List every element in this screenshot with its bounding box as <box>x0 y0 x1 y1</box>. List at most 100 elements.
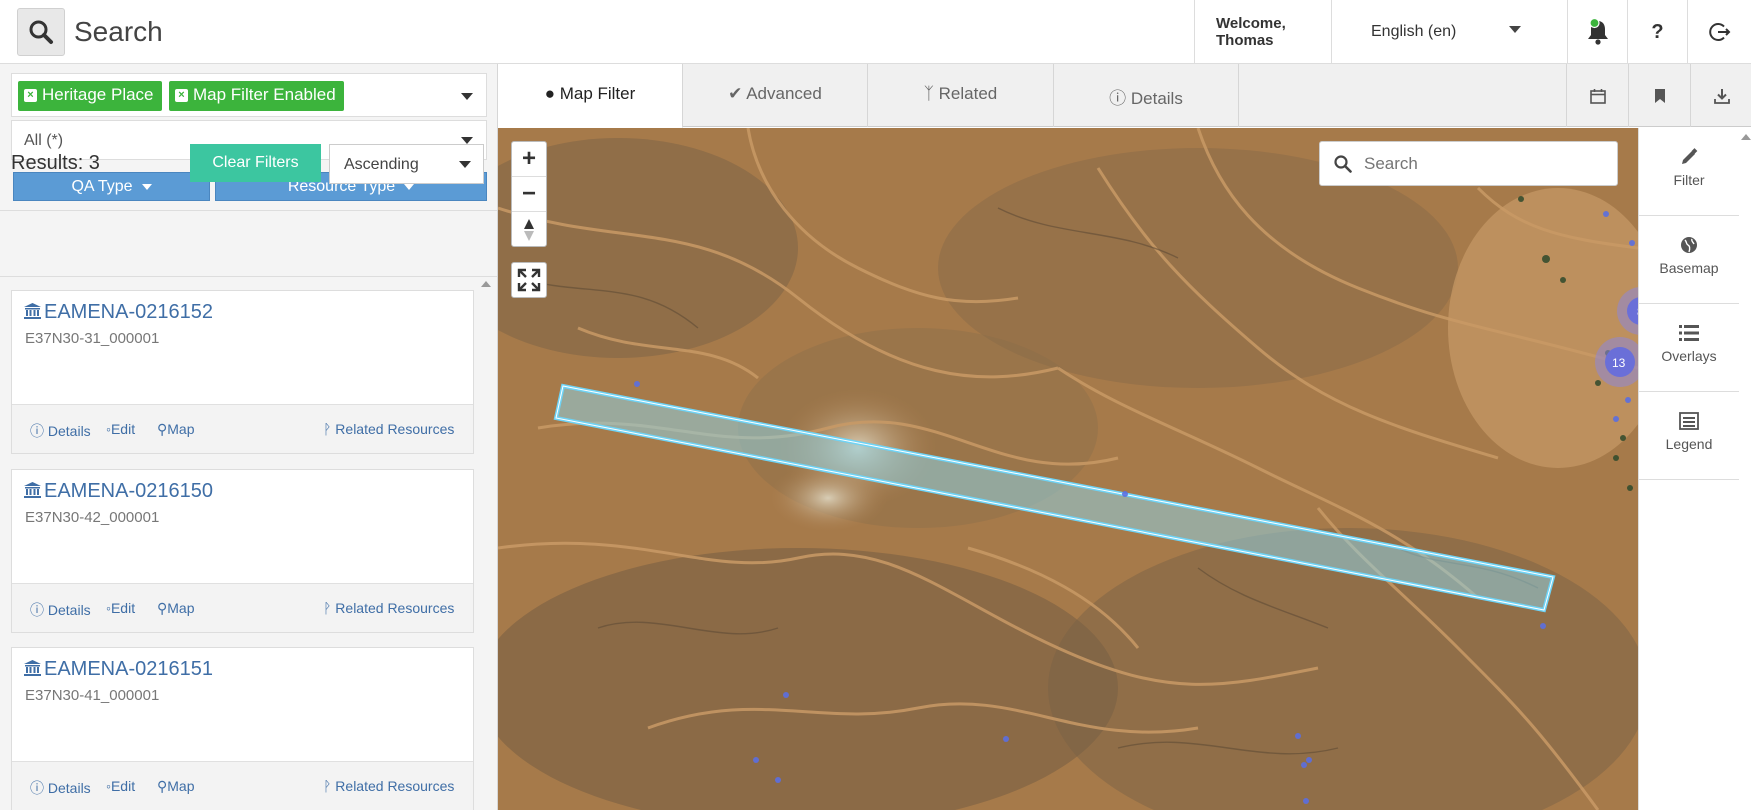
check-circle-icon: ✔ <box>728 84 747 103</box>
related-resources-link[interactable]: ᚹ Related Resources <box>323 421 454 437</box>
time-filter-button[interactable] <box>1566 64 1628 127</box>
user-name[interactable]: Thomas <box>1216 32 1331 49</box>
sort-label: Ascending <box>344 156 419 173</box>
info-icon: ⓘ <box>30 780 48 796</box>
sidebar-item-overlays[interactable]: Overlays <box>1639 304 1739 392</box>
search-icon <box>29 20 53 44</box>
map-link-label: Map <box>167 778 195 794</box>
scroll-up-icon[interactable] <box>1741 134 1751 140</box>
sidebar-item-basemap[interactable]: Basemap <box>1639 216 1739 304</box>
compass-icon <box>524 218 534 241</box>
fullscreen-button[interactable] <box>511 262 547 298</box>
details-link[interactable]: ⓘ Details <box>30 421 91 441</box>
sort-order-select[interactable]: Ascending <box>329 144 484 184</box>
details-link[interactable]: ⓘ Details <box>30 600 91 620</box>
bell-icon <box>1587 18 1608 45</box>
logout-button[interactable] <box>1687 0 1751 64</box>
related-resources-link[interactable]: ᚹ Related Resources <box>323 600 454 616</box>
details-link-label: Details <box>47 780 91 796</box>
qa-type-dropdown[interactable]: QA Type <box>13 172 210 201</box>
result-title[interactable]: EAMENA-0216151 <box>24 658 213 681</box>
expand-icon <box>517 268 541 292</box>
search-tab-bar: ● Map Filter ✔ Advanced ᛉ Related ⓘ Deta… <box>498 64 1751 128</box>
tab-advanced[interactable]: ✔ Advanced <box>683 64 868 127</box>
chevron-down-icon <box>141 183 152 190</box>
zoom-out-button[interactable]: − <box>512 177 546 212</box>
reset-bearing-button[interactable] <box>512 212 546 247</box>
sidebar-item-legend[interactable]: Legend <box>1639 392 1739 480</box>
map-link-label: Map <box>167 421 195 437</box>
cluster-count[interactable]: 13 <box>1612 356 1626 370</box>
remove-tag-icon[interactable]: × <box>175 89 188 102</box>
tab-details[interactable]: ⓘ Details <box>1054 64 1239 127</box>
result-actions: ⓘ Details ◦Edit ⚲Map ᚹ Related Resources <box>12 761 473 810</box>
top-bar: Search Welcome, Thomas English (en) ? <box>0 0 1751 64</box>
tab-label: Related <box>938 84 998 103</box>
branch-icon: ᚹ <box>323 600 336 616</box>
sidebar-item-filter[interactable]: Filter <box>1639 128 1739 216</box>
edit-link[interactable]: ◦Edit <box>106 421 135 437</box>
map-marker-icon: ⚲ <box>157 778 168 794</box>
result-title[interactable]: EAMENA-0216150 <box>24 480 213 503</box>
remove-tag-icon[interactable]: × <box>24 89 37 102</box>
tab-label: Details <box>1130 89 1183 108</box>
related-link-label: Related Resources <box>335 421 455 437</box>
sign-out-icon <box>1708 23 1730 41</box>
search-results-panel: × Heritage Place × Map Filter Enabled Al… <box>0 64 498 810</box>
tab-related[interactable]: ᛉ Related <box>868 64 1054 127</box>
zoom-in-button[interactable]: + <box>512 142 546 177</box>
page-title: Search <box>74 16 163 47</box>
map-search-box <box>1319 141 1618 186</box>
institution-icon <box>24 660 41 676</box>
welcome-user: Welcome, Thomas <box>1194 0 1331 64</box>
results-list[interactable]: EAMENA-0216152 E37N30-31_000001 ⓘ Detail… <box>0 276 497 810</box>
map-tools-sidebar: Filter Basemap Overlays Legend <box>1638 128 1751 810</box>
qa-type-label: QA Type <box>71 178 133 195</box>
term-filter-box[interactable]: × Heritage Place × Map Filter Enabled <box>11 73 487 117</box>
satellite-basemap: 8 13 <box>498 128 1638 810</box>
sidebar-item-label: Filter <box>1673 172 1705 188</box>
result-title-text: EAMENA-0216152 <box>44 301 213 323</box>
map-search-input[interactable] <box>1364 154 1604 174</box>
chevron-down-icon[interactable] <box>461 93 473 100</box>
search-button[interactable] <box>17 8 65 56</box>
help-button[interactable]: ? <box>1627 0 1687 64</box>
language-label: English (en) <box>1371 23 1457 40</box>
info-icon: ⓘ <box>30 602 48 618</box>
map-link[interactable]: ⚲Map <box>157 778 195 795</box>
zoom-controls: + − <box>511 141 547 247</box>
legend-icon <box>1679 412 1699 430</box>
map-marker-icon: ⚲ <box>157 600 168 616</box>
info-icon: ⓘ <box>30 423 48 439</box>
map-link[interactable]: ⚲Map <box>157 600 195 617</box>
help-icon: ? <box>1651 20 1664 43</box>
bookmark-icon <box>1654 88 1665 103</box>
filter-tag-heritage-place[interactable]: × Heritage Place <box>18 81 162 111</box>
related-resources-link[interactable]: ᚹ Related Resources <box>323 778 454 794</box>
result-title[interactable]: EAMENA-0216152 <box>24 301 213 324</box>
sidebar-item-label: Legend <box>1665 436 1713 452</box>
tab-label: Map Filter <box>559 84 636 103</box>
scope-label: All (*) <box>24 132 64 149</box>
notifications-button[interactable] <box>1567 0 1627 64</box>
edit-link-label: Edit <box>110 778 136 794</box>
map-view[interactable]: 8 13 + − <box>498 128 1638 810</box>
branch-icon: ᚹ <box>323 778 336 794</box>
export-button[interactable] <box>1690 64 1751 127</box>
clear-filters-button[interactable]: Clear Filters <box>190 144 321 182</box>
related-link-label: Related Resources <box>335 778 455 794</box>
chevron-down-icon <box>1509 26 1521 33</box>
edit-link[interactable]: ◦Edit <box>106 778 135 794</box>
scroll-up-icon[interactable] <box>481 281 491 287</box>
details-link[interactable]: ⓘ Details <box>30 778 91 798</box>
map-link[interactable]: ⚲Map <box>157 421 195 438</box>
language-select[interactable]: English (en) <box>1331 0 1567 64</box>
related-link-label: Related Resources <box>335 600 455 616</box>
filter-tag-map-filter[interactable]: × Map Filter Enabled <box>169 81 344 111</box>
search-icon <box>1334 155 1352 173</box>
edit-link[interactable]: ◦Edit <box>106 600 135 616</box>
chevron-down-icon <box>461 137 473 144</box>
chevron-down-icon <box>459 161 471 168</box>
saved-searches-button[interactable] <box>1628 64 1690 127</box>
tab-map-filter[interactable]: ● Map Filter <box>498 64 683 128</box>
